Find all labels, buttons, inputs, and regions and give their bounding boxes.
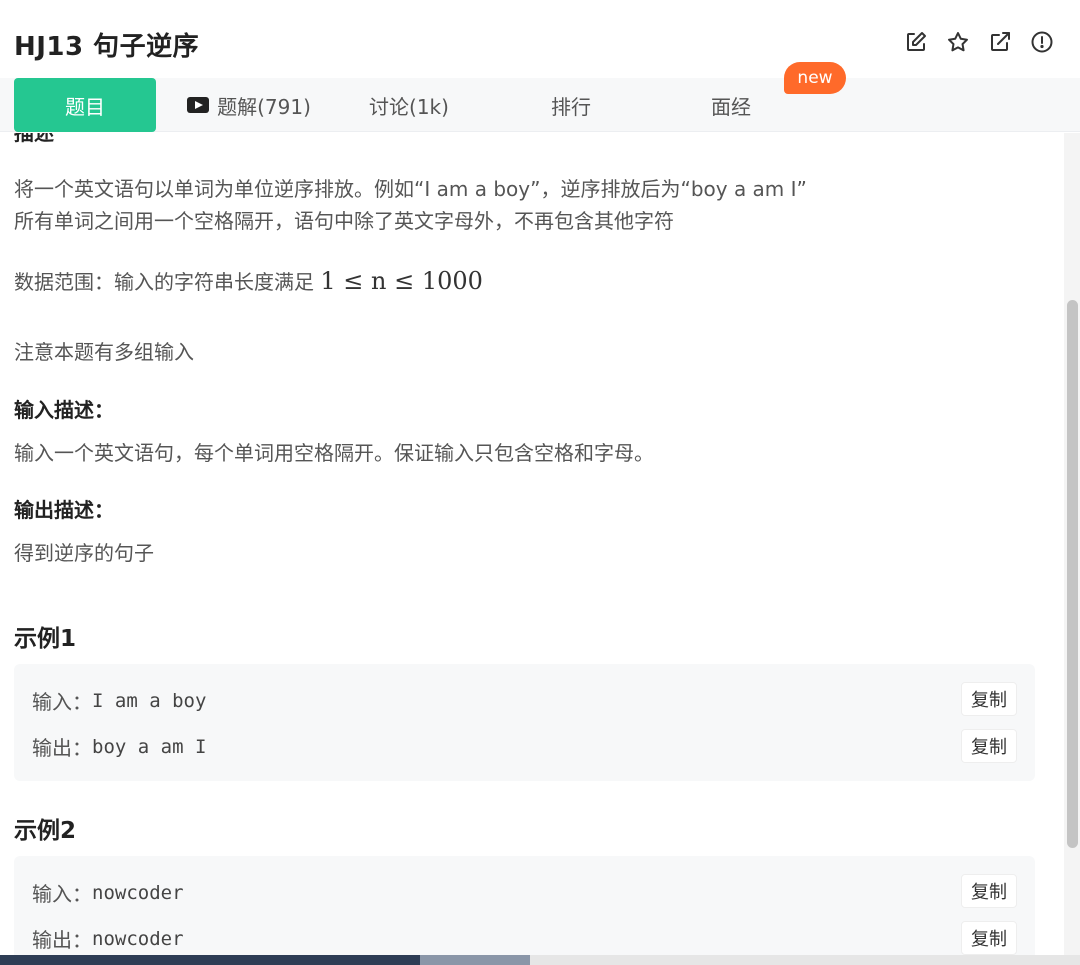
example-1-input-row: 输入： I am a boy xyxy=(32,686,206,715)
tab-label: 面经 xyxy=(711,94,751,119)
example-2-title: 示例2 xyxy=(14,818,77,844)
problem-content: 描述 将一个英文语句以单词为单位逆序排放。例如“I am a boy”，逆序排放… xyxy=(0,133,1064,965)
example-2-output-row: 输出： nowcoder xyxy=(32,924,184,953)
taskbar-segment xyxy=(420,955,530,965)
tab-ranking[interactable]: 排行 xyxy=(504,78,638,132)
example-1-output: boy a am I xyxy=(92,735,207,758)
edit-icon[interactable] xyxy=(904,30,928,54)
taskbar-segment xyxy=(0,955,420,965)
input-description-heading: 输入描述： xyxy=(14,398,114,422)
new-badge: new xyxy=(784,62,846,94)
star-icon[interactable] xyxy=(946,30,970,54)
input-label: 输入： xyxy=(32,882,92,906)
taskbar-segment xyxy=(530,955,1080,965)
tab-label: 题目 xyxy=(65,94,105,119)
output-label: 输出： xyxy=(32,736,92,760)
example-1-input: I am a boy xyxy=(92,689,207,712)
output-label: 输出： xyxy=(32,928,92,952)
video-play-icon xyxy=(187,97,210,113)
output-description-text: 得到逆序的句子 xyxy=(14,541,154,565)
input-description-text: 输入一个英文语句，每个单词用空格隔开。保证输入只包含空格和字母。 xyxy=(14,441,654,465)
scrollbar-thumb[interactable] xyxy=(1067,300,1078,848)
description-line-1: 将一个英文语句以单词为单位逆序排放。例如“I am a boy”，逆序排放后为“… xyxy=(14,177,807,201)
copy-input-button[interactable]: 复制 xyxy=(961,874,1017,908)
example-1-box: 输入： I am a boy 复制 输出： boy a am I 复制 xyxy=(14,664,1035,781)
problem-header: HJ13 句子逆序 xyxy=(0,0,1080,78)
copy-output-button[interactable]: 复制 xyxy=(961,921,1017,955)
description-heading: 描述 xyxy=(14,133,54,145)
header-actions xyxy=(904,30,1054,54)
data-range-label: 数据范围：输入的字符串长度满足 xyxy=(14,270,314,294)
tab-discussion[interactable]: 讨论(1k) xyxy=(342,78,476,132)
data-range-math: 1 ≤ n ≤ 1000 xyxy=(320,267,483,295)
problem-title: HJ13 句子逆序 xyxy=(14,32,200,62)
report-icon[interactable] xyxy=(1030,30,1054,54)
input-label: 输入： xyxy=(32,690,92,714)
data-range: 数据范围：输入的字符串长度满足 1 ≤ n ≤ 1000 xyxy=(14,266,483,295)
copy-input-button[interactable]: 复制 xyxy=(961,682,1017,716)
external-link-icon[interactable] xyxy=(988,30,1012,54)
tab-label: 题解(791) xyxy=(217,94,311,119)
tab-interview[interactable]: 面经 xyxy=(664,78,798,132)
example-1-title: 示例1 xyxy=(14,626,77,652)
tab-label: 排行 xyxy=(551,94,591,119)
example-2-input: nowcoder xyxy=(92,881,184,904)
example-2-input-row: 输入： nowcoder xyxy=(32,878,184,907)
tab-problem[interactable]: 题目 xyxy=(14,78,156,132)
output-description-heading: 输出描述： xyxy=(14,498,114,522)
desktop-taskbar-strip xyxy=(0,955,1080,965)
tab-bar: 题目 题解(791) 讨论(1k) 排行 面经 xyxy=(0,78,1080,132)
example-1-output-row: 输出： boy a am I xyxy=(32,732,206,761)
example-2-box: 输入： nowcoder 复制 输出： nowcoder 复制 xyxy=(14,856,1035,965)
copy-output-button[interactable]: 复制 xyxy=(961,729,1017,763)
multi-input-note: 注意本题有多组输入 xyxy=(14,340,194,364)
tab-label: 讨论(1k) xyxy=(369,94,449,119)
tab-solutions[interactable]: 题解(791) xyxy=(176,78,322,132)
description-line-2: 所有单词之间用一个空格隔开，语句中除了英文字母外，不再包含其他字符 xyxy=(14,209,674,233)
example-2-output: nowcoder xyxy=(92,927,184,950)
